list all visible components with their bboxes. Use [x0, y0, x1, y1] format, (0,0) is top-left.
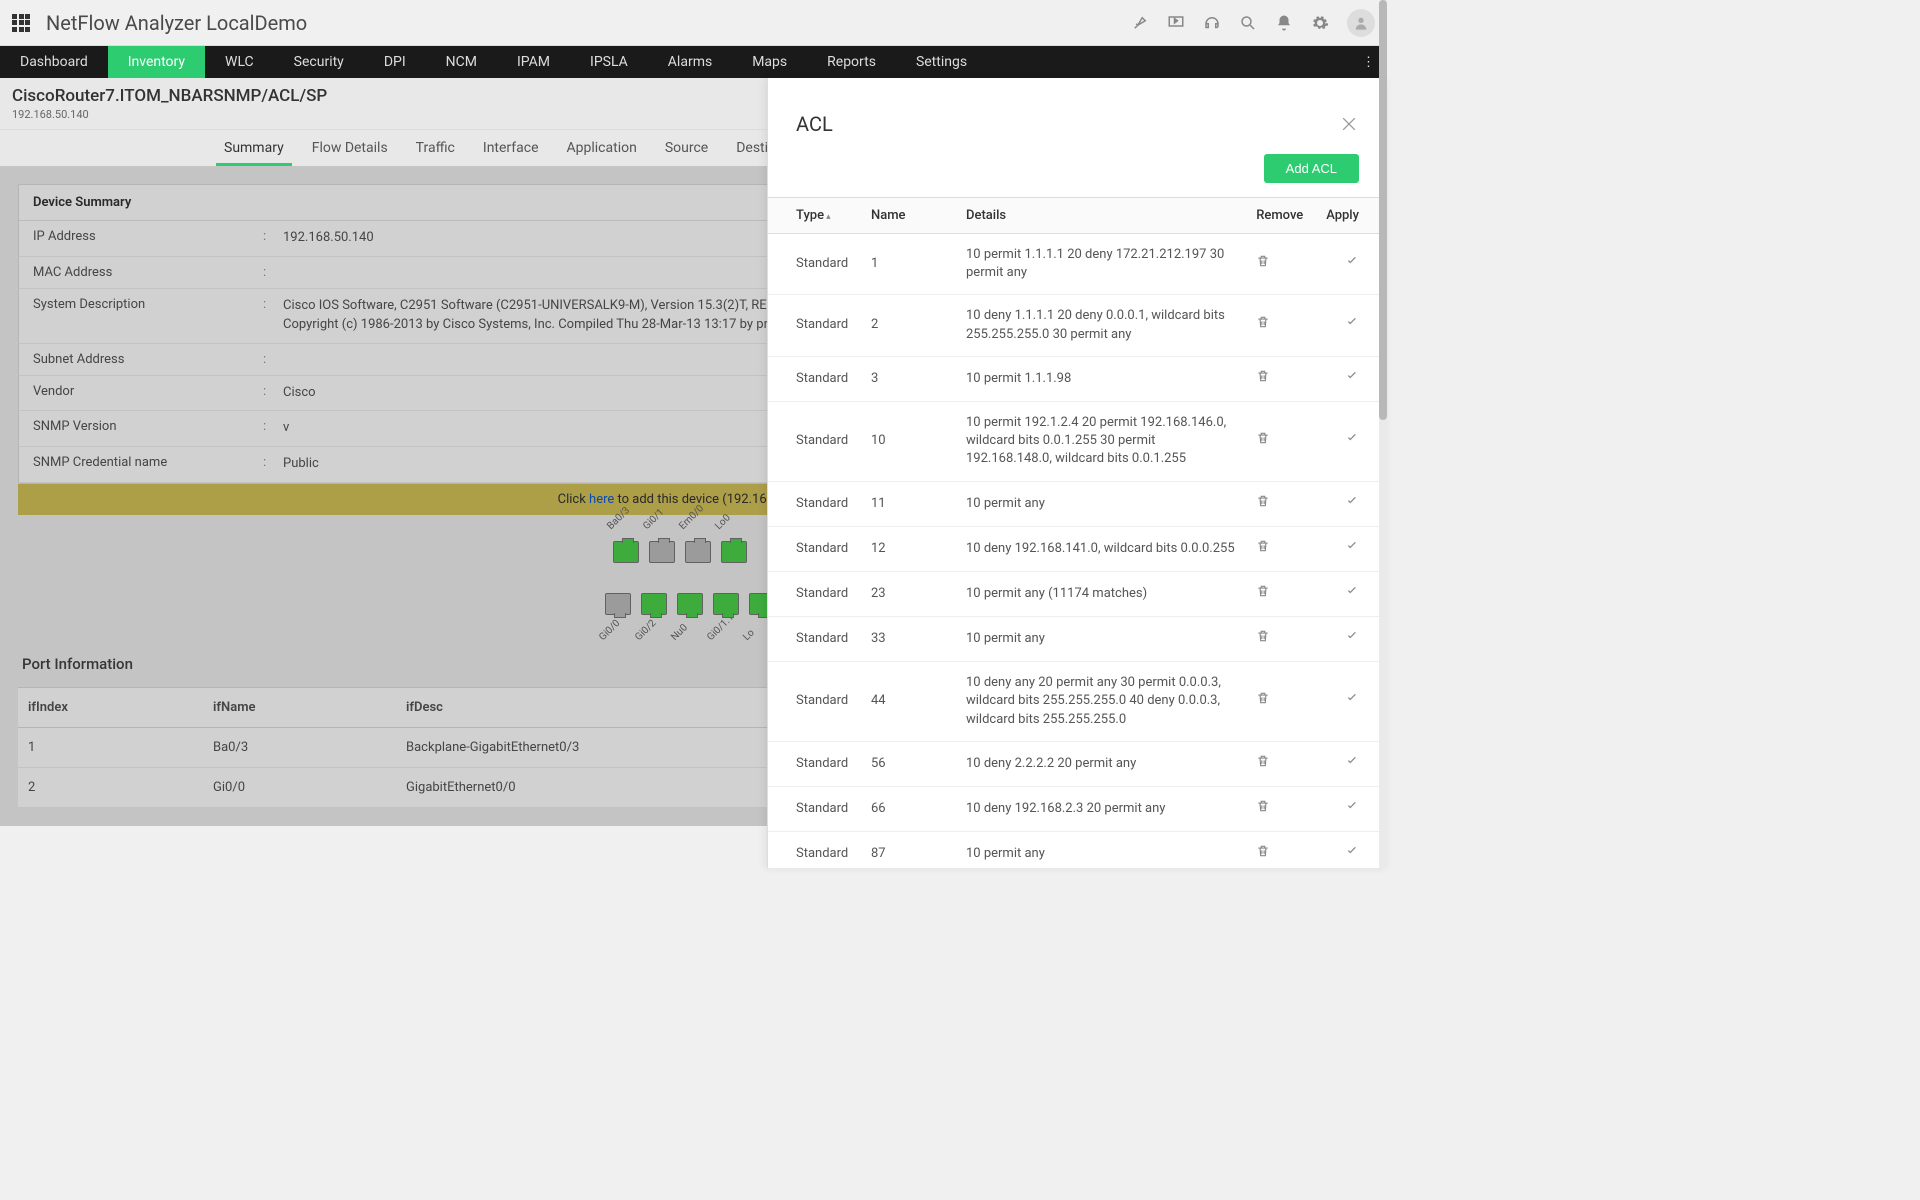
port-label: Lo: [741, 627, 757, 643]
check-icon[interactable]: [1345, 431, 1359, 451]
trash-icon[interactable]: [1256, 369, 1270, 389]
check-icon[interactable]: [1345, 494, 1359, 514]
acl-table-wrap[interactable]: Type▴ Name Details Remove Apply Standard…: [768, 197, 1387, 868]
acl-col-remove[interactable]: Remove: [1248, 198, 1318, 234]
trash-icon[interactable]: [1256, 754, 1270, 774]
nav-inventory[interactable]: Inventory: [108, 46, 205, 78]
acl-row: Standard1110 permit any: [768, 481, 1387, 526]
nav-ipam[interactable]: IPAM: [497, 46, 570, 78]
check-icon[interactable]: [1345, 691, 1359, 711]
tab-flow-details[interactable]: Flow Details: [298, 130, 402, 166]
check-icon[interactable]: [1345, 754, 1359, 774]
port-label: Nu0: [669, 622, 690, 643]
check-icon[interactable]: [1345, 539, 1359, 559]
app-title: NetFlow Analyzer LocalDemo: [46, 11, 307, 35]
trash-icon[interactable]: [1256, 315, 1270, 335]
acl-row: Standard2310 permit any (11174 matches): [768, 571, 1387, 616]
nav-dpi[interactable]: DPI: [364, 46, 426, 78]
main-nav: Dashboard Inventory WLC Security DPI NCM…: [0, 46, 1387, 78]
port-Nu0[interactable]: [677, 593, 703, 615]
trash-icon[interactable]: [1256, 431, 1270, 451]
acl-row: Standard5610 deny 2.2.2.2 20 permit any: [768, 741, 1387, 786]
trash-icon[interactable]: [1256, 584, 1270, 604]
acl-table: Type▴ Name Details Remove Apply Standard…: [768, 197, 1387, 868]
nav-reports[interactable]: Reports: [807, 46, 896, 78]
check-icon[interactable]: [1345, 584, 1359, 604]
port-label: Lo0: [713, 512, 733, 532]
port-Gi0/1[interactable]: [649, 541, 675, 563]
port-label: Gi0/0: [597, 618, 622, 643]
port-Ba0/3[interactable]: [613, 541, 639, 563]
acl-panel: ACL Add ACL Type▴ Name Details Remove Ap…: [767, 78, 1387, 868]
acl-title: ACL: [796, 112, 833, 136]
acl-row: Standard1010 permit 192.1.2.4 20 permit …: [768, 401, 1387, 481]
tab-interface[interactable]: Interface: [469, 130, 553, 166]
port-Gi0/1.1[interactable]: [713, 593, 739, 615]
acl-col-details[interactable]: Details: [958, 198, 1248, 234]
nav-wlc[interactable]: WLC: [205, 46, 274, 78]
nav-dashboard[interactable]: Dashboard: [0, 46, 108, 78]
acl-row: Standard4410 deny any 20 permit any 30 p…: [768, 662, 1387, 742]
scrollbar-thumb[interactable]: [1379, 0, 1387, 420]
acl-col-type[interactable]: Type▴: [768, 198, 863, 234]
trash-icon[interactable]: [1256, 629, 1270, 649]
acl-row: Standard6610 deny 192.168.2.3 20 permit …: [768, 787, 1387, 832]
acl-row: Standard1210 deny 192.168.141.0, wildcar…: [768, 526, 1387, 571]
nav-ncm[interactable]: NCM: [426, 46, 497, 78]
port-Em0/0[interactable]: [685, 541, 711, 563]
search-icon[interactable]: [1239, 14, 1257, 32]
apps-grid-icon[interactable]: [12, 14, 30, 32]
acl-row: Standard8710 permit any: [768, 832, 1387, 868]
page-scrollbar[interactable]: [1379, 0, 1387, 868]
port-Lo0[interactable]: [721, 541, 747, 563]
add-acl-button[interactable]: Add ACL: [1264, 154, 1359, 183]
trash-icon[interactable]: [1256, 254, 1270, 274]
acl-col-apply[interactable]: Apply: [1318, 198, 1387, 234]
acl-col-name[interactable]: Name: [863, 198, 958, 234]
nav-alarms[interactable]: Alarms: [648, 46, 732, 78]
close-icon[interactable]: [1339, 114, 1359, 134]
nav-maps[interactable]: Maps: [732, 46, 807, 78]
port-Gi0/2[interactable]: [641, 593, 667, 615]
nav-settings[interactable]: Settings: [896, 46, 987, 78]
bell-icon[interactable]: [1275, 14, 1293, 32]
trash-icon[interactable]: [1256, 691, 1270, 711]
check-icon[interactable]: [1345, 315, 1359, 335]
trash-icon[interactable]: [1256, 494, 1270, 514]
trash-icon[interactable]: [1256, 844, 1270, 864]
rocket-icon[interactable]: [1131, 14, 1149, 32]
gear-icon[interactable]: [1311, 14, 1329, 32]
acl-row: Standard110 permit 1.1.1.1 20 deny 172.2…: [768, 234, 1387, 295]
add-device-link[interactable]: here: [589, 492, 614, 507]
trash-icon[interactable]: [1256, 799, 1270, 819]
tab-source[interactable]: Source: [651, 130, 722, 166]
acl-row: Standard3310 permit any: [768, 617, 1387, 662]
tab-traffic[interactable]: Traffic: [402, 130, 469, 166]
port-label: Gi0/2: [633, 618, 658, 643]
acl-row: Standard210 deny 1.1.1.1 20 deny 0.0.0.1…: [768, 295, 1387, 356]
acl-row: Standard310 permit 1.1.1.98: [768, 356, 1387, 401]
port-col[interactable]: ifIndex: [18, 688, 203, 728]
nav-security[interactable]: Security: [274, 46, 364, 78]
nav-ipsla[interactable]: IPSLA: [570, 46, 648, 78]
presentation-icon[interactable]: [1167, 14, 1185, 32]
tab-summary[interactable]: Summary: [210, 130, 298, 166]
check-icon[interactable]: [1345, 629, 1359, 649]
port-col[interactable]: ifName: [203, 688, 396, 728]
trash-icon[interactable]: [1256, 539, 1270, 559]
headset-icon[interactable]: [1203, 14, 1221, 32]
check-icon[interactable]: [1345, 799, 1359, 819]
check-icon[interactable]: [1345, 369, 1359, 389]
check-icon[interactable]: [1345, 254, 1359, 274]
check-icon[interactable]: [1345, 844, 1359, 864]
user-avatar[interactable]: [1347, 9, 1375, 37]
top-bar: NetFlow Analyzer LocalDemo: [0, 0, 1387, 46]
port-Gi0/0[interactable]: [605, 593, 631, 615]
top-right-icons: [1131, 9, 1375, 37]
tab-application[interactable]: Application: [553, 130, 651, 166]
